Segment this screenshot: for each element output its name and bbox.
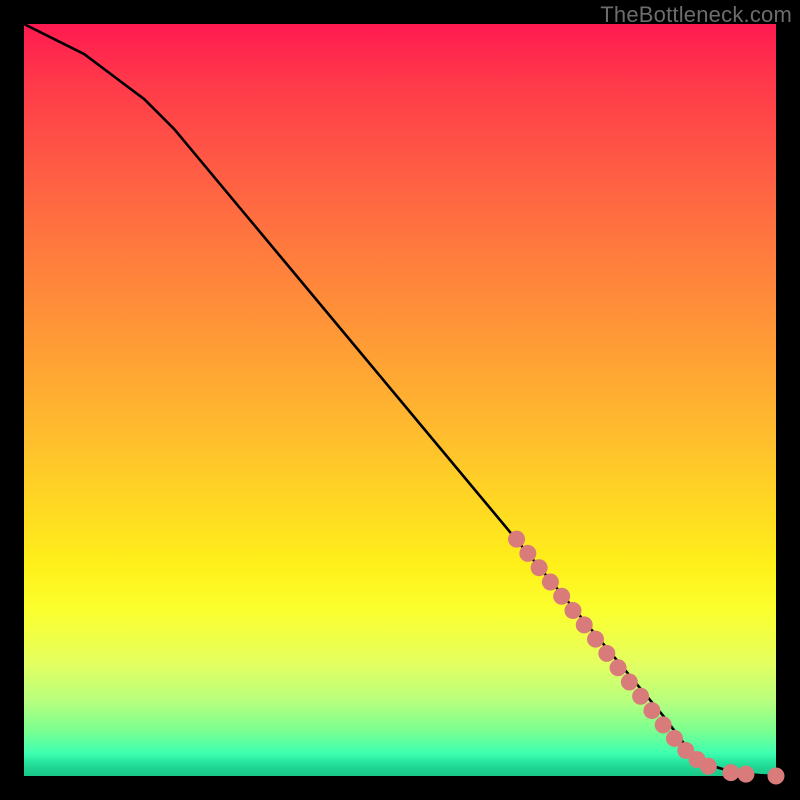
highlight-marker (519, 545, 536, 562)
highlight-marker (598, 645, 615, 662)
highlight-marker (542, 573, 559, 590)
highlight-marker (655, 716, 672, 733)
highlight-marker (700, 758, 717, 775)
curve-line (24, 24, 776, 776)
bottleneck-curve-path (24, 24, 776, 776)
highlight-marker (610, 659, 627, 676)
highlight-marker (576, 616, 593, 633)
highlight-marker (564, 602, 581, 619)
watermark-text: TheBottleneck.com (600, 2, 792, 28)
chart-overlay (24, 24, 776, 776)
highlight-marker (632, 688, 649, 705)
highlight-marker (621, 674, 638, 691)
highlight-marker (737, 766, 754, 783)
chart-area (24, 24, 776, 776)
highlight-marker (508, 531, 525, 548)
highlight-marker (587, 631, 604, 648)
highlight-marker (722, 764, 739, 781)
highlight-marker (553, 588, 570, 605)
highlight-markers (508, 531, 784, 785)
stage: TheBottleneck.com (0, 0, 800, 800)
highlight-marker (768, 768, 785, 785)
highlight-marker (531, 559, 548, 576)
highlight-marker (643, 702, 660, 719)
